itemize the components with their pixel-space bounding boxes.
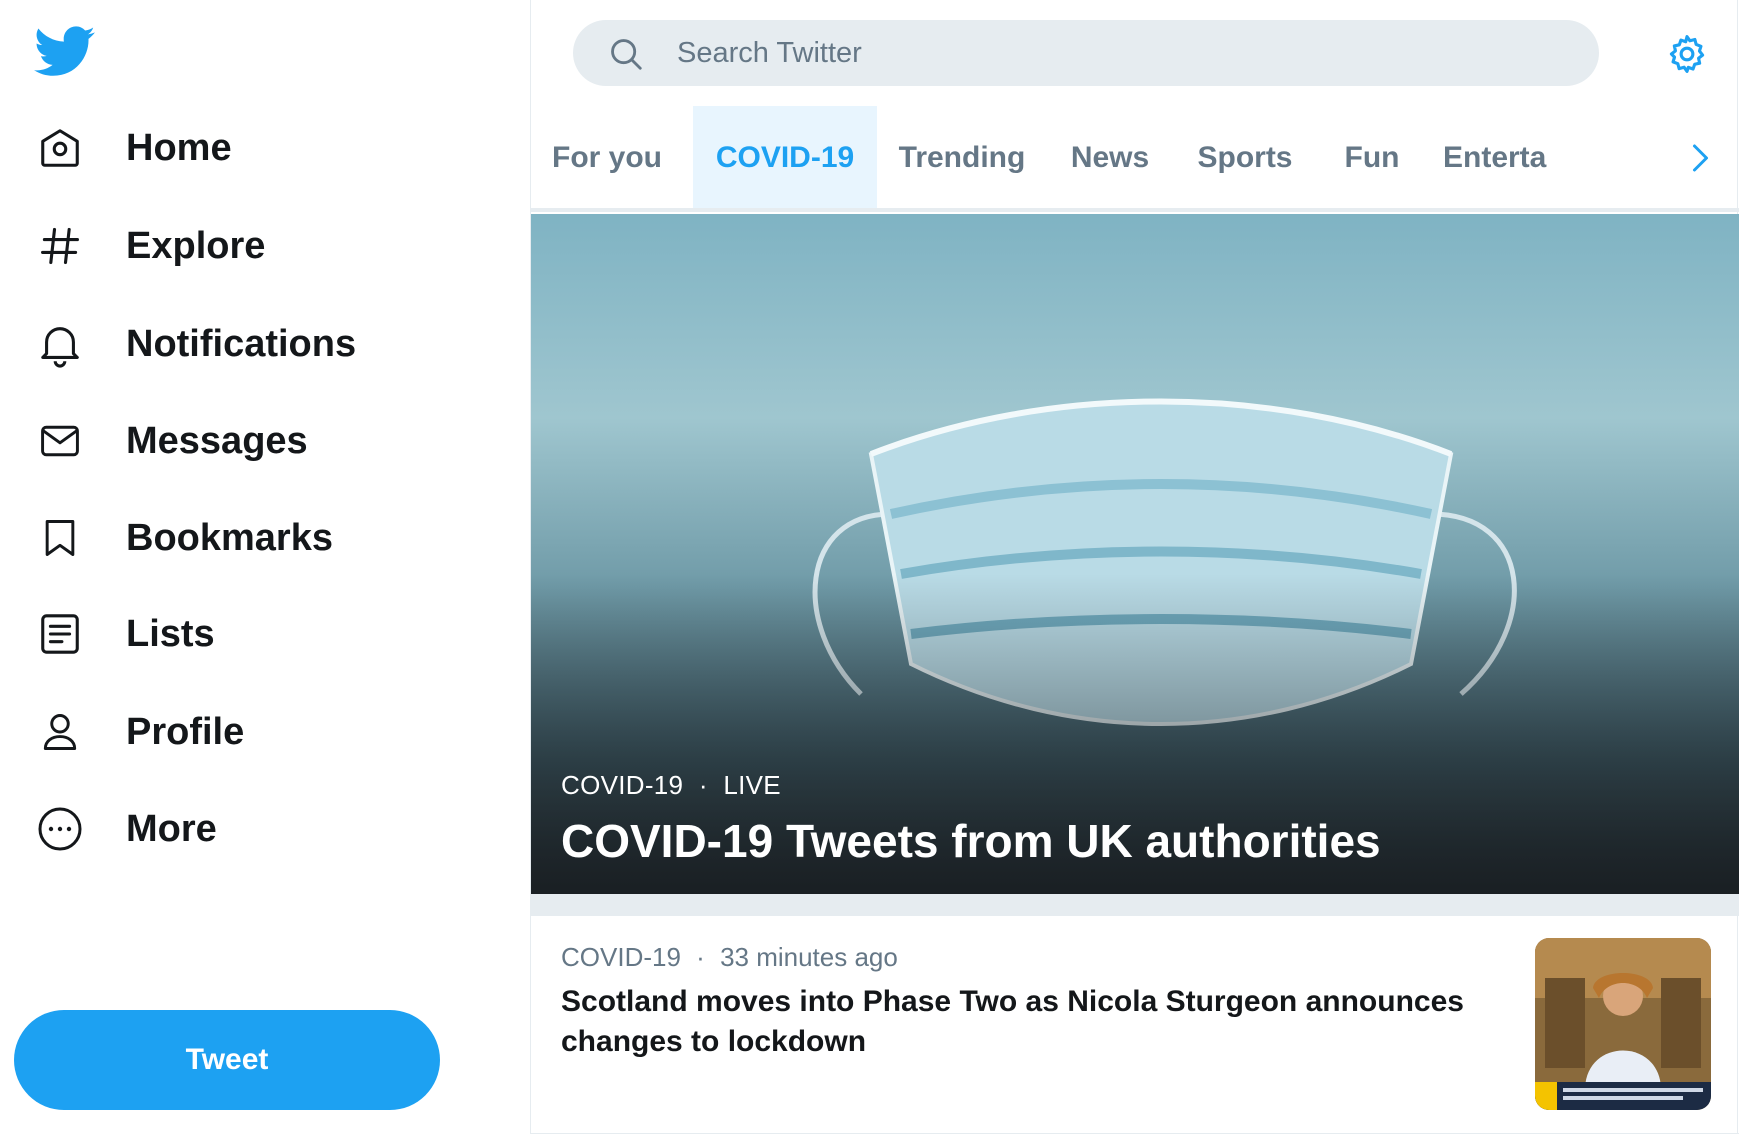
twitter-bird-icon[interactable]: [34, 26, 96, 78]
nav-messages[interactable]: Messages: [20, 399, 460, 483]
more-circle-icon: [20, 799, 100, 859]
tab-trending[interactable]: Trending: [877, 106, 1047, 208]
nav-more-label: More: [126, 807, 217, 850]
nav-bookmarks-label: Bookmarks: [126, 516, 333, 559]
home-icon: [20, 118, 100, 178]
tweet-button[interactable]: Tweet: [14, 1010, 440, 1110]
hero-category: COVID-19: [561, 770, 684, 800]
sidebar: Home Explore Notifications Messages Book…: [0, 0, 530, 1134]
nav-notifications[interactable]: Notifications: [20, 302, 460, 386]
nav-profile[interactable]: Profile: [20, 690, 460, 774]
nav-profile-label: Profile: [126, 710, 245, 753]
tab-for-you[interactable]: For you: [531, 106, 683, 208]
nav-lists[interactable]: Lists: [20, 592, 460, 676]
envelope-icon: [20, 411, 100, 471]
nav-more[interactable]: More: [20, 787, 460, 871]
nav-home[interactable]: Home: [20, 106, 460, 190]
explore-main: For you COVID-19 Trending News Sports Fu…: [530, 0, 1739, 1134]
featured-event-card[interactable]: COVID-19 · LIVE COVID-19 Tweets from UK …: [531, 214, 1739, 894]
story-separator: ·: [696, 942, 705, 972]
story-meta: COVID-19 · 33 minutes ago: [561, 942, 898, 973]
search-bar[interactable]: [573, 20, 1599, 86]
story-thumbnail[interactable]: [1535, 938, 1711, 1110]
tab-fun[interactable]: Fun: [1321, 106, 1423, 208]
tab-entertainment[interactable]: Enterta: [1427, 106, 1667, 208]
tab-covid-19[interactable]: COVID-19: [693, 106, 877, 208]
explore-tabs: For you COVID-19 Trending News Sports Fu…: [531, 106, 1739, 212]
nav-home-label: Home: [126, 126, 232, 169]
nav-lists-label: Lists: [126, 612, 215, 655]
story-category: COVID-19: [561, 942, 681, 972]
nav-messages-label: Messages: [126, 419, 308, 462]
story-title[interactable]: Scotland moves into Phase Two as Nicola …: [561, 982, 1491, 1062]
search-input[interactable]: [677, 30, 1557, 76]
bookmark-icon: [20, 508, 100, 568]
list-icon: [20, 604, 100, 664]
tab-sports[interactable]: Sports: [1171, 106, 1319, 208]
settings-gear-icon[interactable]: [1665, 32, 1709, 76]
twitter-app: Home Explore Notifications Messages Book…: [0, 0, 1752, 1134]
nav-bookmarks[interactable]: Bookmarks: [20, 496, 460, 580]
person-icon: [20, 702, 100, 762]
nav-explore-label: Explore: [126, 224, 266, 267]
news-story-item[interactable]: COVID-19 · 33 minutes ago Scotland moves…: [531, 916, 1739, 1134]
hero-title[interactable]: COVID-19 Tweets from UK authorities: [561, 814, 1381, 868]
hashtag-icon: [20, 216, 100, 276]
nav-explore[interactable]: Explore: [20, 204, 460, 288]
live-badge: LIVE: [723, 770, 781, 800]
chevron-right-icon[interactable]: [1681, 138, 1717, 178]
hero-meta: COVID-19 · LIVE: [561, 770, 781, 801]
story-timestamp: 33 minutes ago: [720, 942, 898, 972]
tab-news[interactable]: News: [1051, 106, 1169, 208]
nav-notifications-label: Notifications: [126, 322, 357, 365]
bell-icon: [20, 314, 100, 374]
section-divider: [531, 894, 1739, 916]
search-icon: [607, 35, 645, 73]
hero-separator: ·: [698, 770, 708, 800]
